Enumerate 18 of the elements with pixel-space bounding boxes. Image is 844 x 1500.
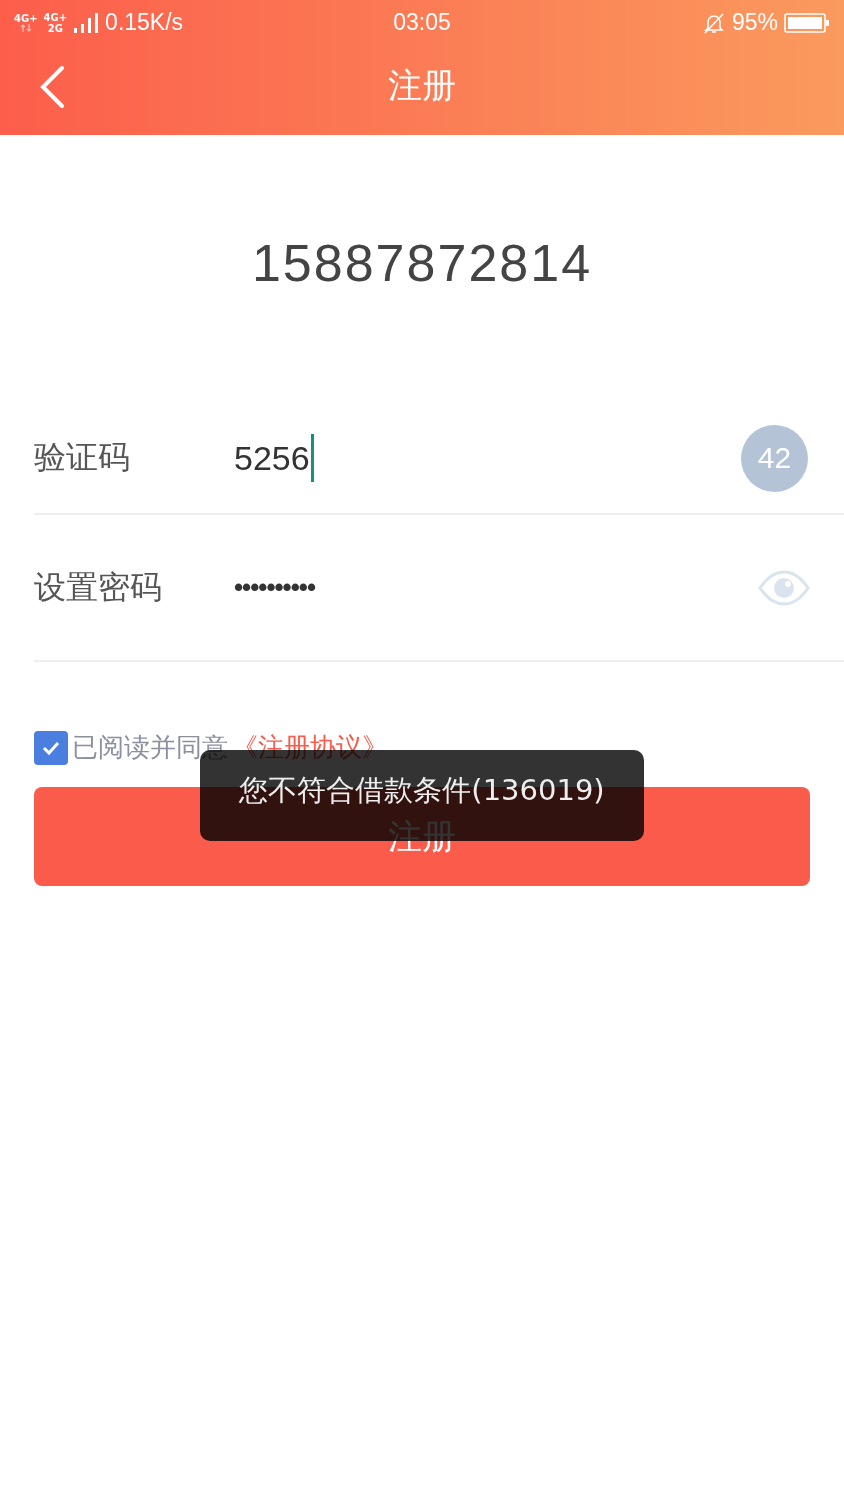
- battery-icon: [784, 11, 830, 34]
- field-label: 验证码: [34, 437, 131, 478]
- agreement-checkbox[interactable]: [34, 730, 68, 765]
- field-label: 设置密码: [34, 566, 163, 608]
- network-label: 4G+: [14, 13, 38, 24]
- password-input-field[interactable]: ••••••••••: [234, 572, 316, 603]
- phone-number: 15887872814: [250, 233, 594, 293]
- checkmark-icon: [41, 739, 61, 756]
- page-title: 注册: [388, 64, 456, 107]
- back-button[interactable]: [38, 65, 66, 109]
- clock: 03:05: [393, 9, 451, 36]
- data-arrows-icon: [19, 24, 32, 32]
- code-input-field[interactable]: 5256: [234, 434, 314, 482]
- signal-icon: [73, 11, 100, 34]
- network-speed: 0.15K/s: [105, 9, 184, 36]
- network-label: 4G+: [43, 11, 68, 23]
- battery-percent: 95%: [731, 9, 778, 36]
- network-label: 2G: [47, 22, 63, 34]
